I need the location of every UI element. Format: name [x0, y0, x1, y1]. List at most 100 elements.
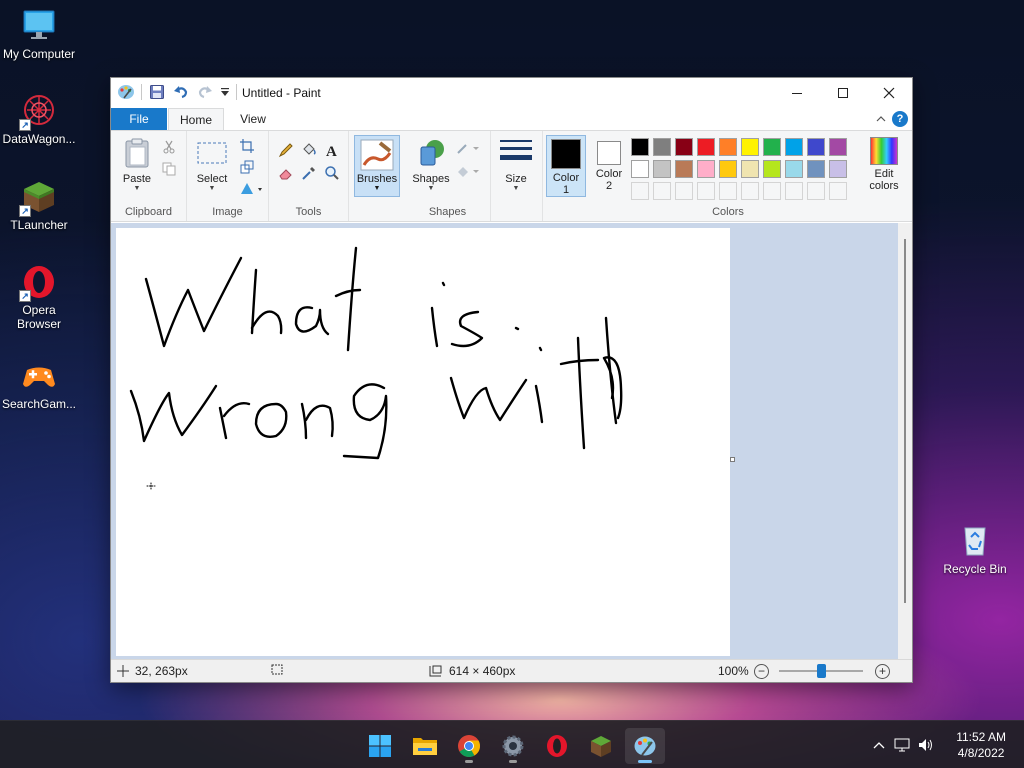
palette-swatch[interactable] [741, 138, 759, 156]
undo-icon[interactable] [172, 83, 190, 101]
color-picker-icon[interactable] [300, 164, 318, 182]
palette-swatch[interactable] [697, 160, 715, 178]
customize-toolbar-icon[interactable] [220, 83, 230, 101]
eraser-icon[interactable] [277, 164, 295, 182]
palette-swatch[interactable] [653, 160, 671, 178]
tab-file[interactable]: File [111, 108, 167, 130]
palette-swatch[interactable] [807, 138, 825, 156]
paste-button[interactable]: Paste ▼ [119, 137, 155, 193]
canvas-workspace [111, 223, 912, 659]
palette-swatch[interactable] [631, 138, 649, 156]
redo-icon[interactable] [196, 83, 214, 101]
palette-swatch-empty[interactable] [763, 182, 781, 200]
zoom-out-button[interactable]: − [754, 664, 769, 679]
edit-colors-button[interactable]: Edit colors [861, 135, 907, 197]
canvas-resize-handle[interactable] [730, 457, 735, 462]
color2-label: Color [595, 168, 623, 180]
paint-app-icon[interactable] [117, 83, 135, 101]
copy-icon[interactable] [160, 160, 178, 178]
window-controls [774, 78, 912, 108]
color2-button[interactable]: Color 2 [589, 135, 629, 197]
color1-swatch [551, 139, 581, 169]
desktop-icon-searchgames[interactable]: SearchGam... [0, 358, 79, 411]
palette-swatch[interactable] [675, 138, 693, 156]
zoom-in-button[interactable]: + [875, 664, 890, 679]
pencil-icon[interactable] [277, 141, 295, 159]
palette-swatch-empty[interactable] [697, 182, 715, 200]
palette-swatch[interactable] [741, 160, 759, 178]
minimize-button[interactable] [774, 78, 820, 108]
desktop-icon-opera[interactable]: ↗ Opera Browser [0, 264, 79, 331]
desktop-icon-tlauncher[interactable]: ↗ TLauncher [0, 179, 79, 232]
palette-swatch[interactable] [763, 138, 781, 156]
tab-view[interactable]: View [228, 108, 278, 131]
rotate-icon[interactable] [238, 179, 264, 197]
palette-swatch[interactable] [785, 138, 803, 156]
fill-icon[interactable] [455, 162, 481, 180]
resize-icon[interactable] [238, 158, 256, 176]
paint-icon [634, 736, 656, 756]
palette-swatch-empty[interactable] [631, 182, 649, 200]
close-button[interactable] [866, 78, 912, 108]
taskbar-chrome[interactable] [449, 728, 489, 764]
help-button[interactable]: ? [892, 111, 908, 127]
opera-icon [547, 735, 567, 757]
desktop-icon-datawagon[interactable]: ↗ DataWagon... [0, 93, 79, 146]
clock[interactable]: 11:52 AM 4/8/2022 [956, 729, 1006, 761]
volume-button[interactable] [914, 738, 938, 752]
palette-swatch[interactable] [807, 160, 825, 178]
palette-swatch[interactable] [763, 160, 781, 178]
outline-icon[interactable] [455, 139, 481, 157]
taskbar-paint[interactable] [625, 728, 665, 764]
edit-colors-label: Edit [874, 168, 894, 180]
palette-swatch[interactable] [829, 160, 847, 178]
maximize-button[interactable] [820, 78, 866, 108]
taskbar-file-explorer[interactable] [405, 728, 445, 764]
palette-swatch[interactable] [675, 160, 693, 178]
palette-swatch-empty[interactable] [741, 182, 759, 200]
select-button[interactable]: Select ▼ [193, 137, 231, 193]
palette-swatch[interactable] [697, 138, 715, 156]
palette-swatch-empty[interactable] [719, 182, 737, 200]
color-palette [631, 138, 847, 200]
palette-swatch-empty[interactable] [829, 182, 847, 200]
palette-swatch[interactable] [829, 138, 847, 156]
drawing-canvas[interactable] [116, 228, 730, 656]
vertical-scrollbar[interactable] [898, 223, 912, 659]
save-icon[interactable] [148, 83, 166, 101]
fill-bucket-icon[interactable] [300, 141, 318, 159]
palette-swatch[interactable] [653, 138, 671, 156]
desktop-icon-recycle-bin[interactable]: Recycle Bin [935, 523, 1015, 576]
palette-swatch[interactable] [719, 138, 737, 156]
group-label: Shapes [428, 206, 467, 218]
scrollbar-thumb[interactable] [904, 239, 906, 603]
tab-home[interactable]: Home [168, 108, 224, 131]
palette-swatch[interactable] [719, 160, 737, 178]
size-button[interactable]: Size ▼ [497, 137, 535, 193]
zoom-slider-thumb[interactable] [817, 664, 826, 678]
quick-access-toolbar [117, 83, 237, 101]
palette-swatch-empty[interactable] [807, 182, 825, 200]
brushes-button[interactable]: Brushes ▼ [354, 135, 400, 197]
collapse-ribbon-icon[interactable] [876, 113, 886, 127]
palette-swatch[interactable] [785, 160, 803, 178]
text-tool-icon[interactable]: A [323, 141, 341, 159]
magnifier-icon[interactable] [323, 164, 341, 182]
palette-swatch-empty[interactable] [653, 182, 671, 200]
show-hidden-icons-button[interactable] [868, 740, 890, 750]
color1-button[interactable]: Color 1 [546, 135, 586, 197]
palette-swatch-empty[interactable] [785, 182, 803, 200]
desktop-icon-label: My Computer [2, 47, 76, 61]
taskbar-minecraft[interactable] [581, 728, 621, 764]
shapes-button[interactable]: Shapes ▼ [411, 137, 451, 193]
palette-swatch-empty[interactable] [675, 182, 693, 200]
taskbar-settings[interactable] [493, 728, 533, 764]
network-button[interactable] [890, 738, 914, 752]
desktop-icon-label: Opera Browser [16, 303, 61, 331]
cut-icon[interactable] [160, 138, 178, 156]
start-button[interactable] [360, 728, 400, 764]
palette-swatch[interactable] [631, 160, 649, 178]
taskbar-opera[interactable] [537, 728, 577, 764]
desktop-icon-my-computer[interactable]: My Computer [0, 8, 79, 61]
crop-icon[interactable] [238, 137, 256, 155]
